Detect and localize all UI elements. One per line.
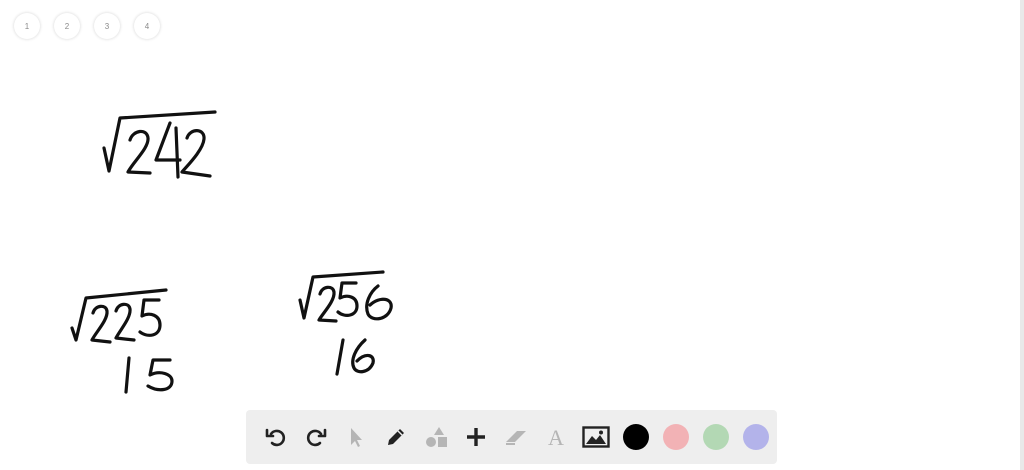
handwriting-sqrt-225 xyxy=(70,288,168,344)
eraser-icon xyxy=(506,431,526,445)
redo-icon xyxy=(306,428,327,447)
pen-tool-button[interactable] xyxy=(376,417,416,457)
page-tab-3[interactable]: 3 xyxy=(94,13,120,39)
select-icon xyxy=(351,428,362,447)
shapes-icon xyxy=(426,427,447,447)
whiteboard-canvas[interactable]: 1 2 3 4 A xyxy=(0,0,1024,470)
color-red-swatch[interactable] xyxy=(656,417,696,457)
image-icon xyxy=(582,426,610,448)
image-tool-button[interactable] xyxy=(576,417,616,457)
text-icon: A xyxy=(548,425,564,449)
color-green-swatch[interactable] xyxy=(696,417,736,457)
undo-icon xyxy=(265,428,286,447)
shapes-tool-button[interactable] xyxy=(416,417,456,457)
handwriting-sqrt-242 xyxy=(102,110,217,179)
color-blue xyxy=(743,424,769,450)
redo-button[interactable] xyxy=(296,417,336,457)
add-icon xyxy=(467,428,485,446)
color-blue-swatch[interactable] xyxy=(736,417,776,457)
eraser-tool-button[interactable] xyxy=(496,417,536,457)
handwriting-layer xyxy=(70,110,393,394)
color-green xyxy=(703,424,729,450)
handwriting-16 xyxy=(335,338,375,376)
page-tabs: 1 2 3 4 xyxy=(14,13,160,39)
color-red xyxy=(663,424,689,450)
pen-icon xyxy=(388,429,404,445)
page-tab-2[interactable]: 2 xyxy=(54,13,80,39)
page-tab-1[interactable]: 1 xyxy=(14,13,40,39)
drawing-toolbar: A xyxy=(246,410,777,464)
handwriting-15 xyxy=(124,356,174,394)
page-tab-4[interactable]: 4 xyxy=(134,13,160,39)
handwriting-sqrt-256 xyxy=(298,270,393,323)
undo-button[interactable] xyxy=(256,417,296,457)
color-black xyxy=(623,424,649,450)
text-tool-button[interactable]: A xyxy=(536,417,576,457)
add-button[interactable] xyxy=(456,417,496,457)
select-tool-button[interactable] xyxy=(336,417,376,457)
scroll-edge xyxy=(1020,0,1024,470)
text-tool-glyph: A xyxy=(548,425,564,449)
color-black-swatch[interactable] xyxy=(616,417,656,457)
